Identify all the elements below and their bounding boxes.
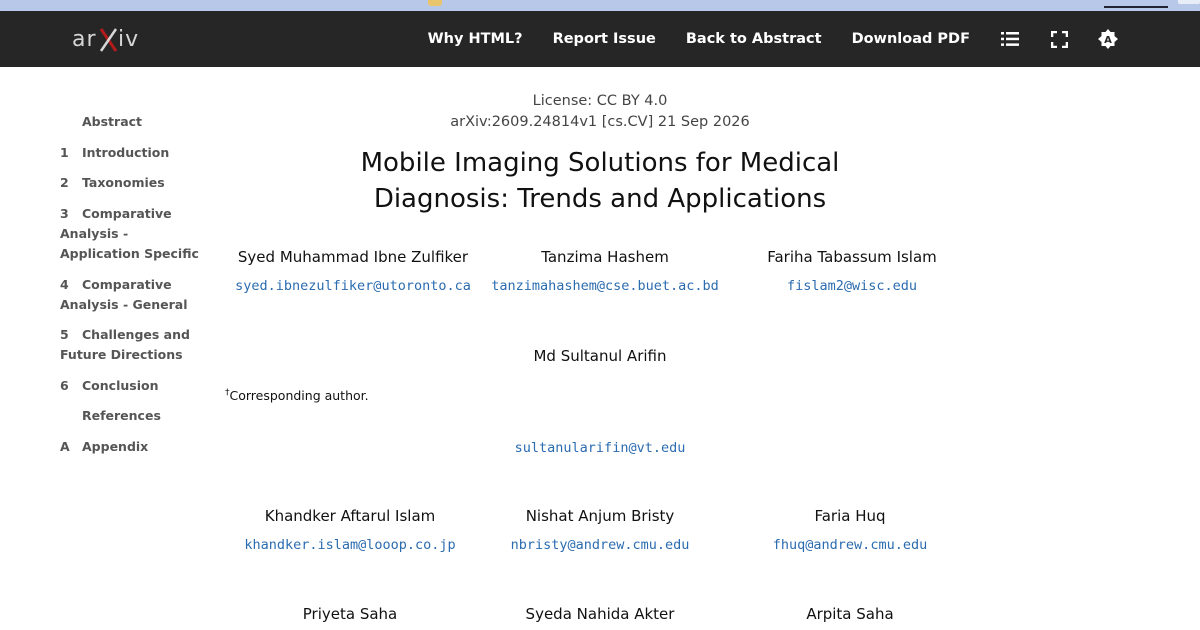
author-name: Fariha Tabassum Islam (767, 248, 937, 266)
arxiv-logo[interactable]: ar iv (72, 25, 144, 55)
corresponding-footnote: †Corresponding author. (225, 388, 369, 403)
license-text: License: CC BY 4.0 (532, 93, 668, 109)
banner-link[interactable] (1104, 0, 1168, 8)
svg-text:A: A (1104, 35, 1112, 46)
report-issue-link[interactable]: Report Issue (553, 31, 656, 47)
toc-item-challenges[interactable]: 5 Challenges and Future Directions (60, 325, 210, 365)
author-block: Md Sultanul Arifin (450, 347, 750, 365)
theme-icon[interactable]: A (1098, 29, 1118, 49)
top-nav-bar: ar iv Why HTML? Report Issue Back to Abs… (0, 11, 1200, 67)
fullscreen-icon[interactable] (1049, 29, 1069, 49)
svg-text:ar: ar (72, 27, 97, 52)
toc-item-references[interactable]: References (60, 406, 210, 426)
svg-text:iv: iv (118, 27, 139, 52)
author-block: Arpita Saha (700, 605, 1000, 623)
arxiv-logo-mark: ar iv (72, 27, 139, 52)
top-banner (0, 0, 1200, 11)
download-pdf-link[interactable]: Download PDF (852, 31, 970, 47)
why-html-link[interactable]: Why HTML? (428, 31, 523, 47)
list-icon[interactable] (1000, 29, 1020, 49)
author-email[interactable]: fhuq@andrew.cmu.edu (700, 537, 1000, 553)
author-name: Arpita Saha (806, 605, 894, 623)
top-nav: Why HTML? Report Issue Back to Abstract … (428, 11, 1200, 67)
license-block: License: CC BY 4.0 arXiv:2609.24814v1 [c… (0, 91, 1200, 133)
toc-item-comparative-general[interactable]: 4 Comparative Analysis - General (60, 275, 210, 315)
author-name: Md Sultanul Arifin (533, 347, 667, 365)
author-email[interactable]: sultanularifin@vt.edu (0, 440, 1200, 456)
author-block: Fariha Tabassum Islam fislam2@wisc.edu (702, 248, 1002, 294)
toc-item-conclusion[interactable]: 6 Conclusion (60, 376, 210, 396)
paper-title: Mobile Imaging Solutions for Medical Dia… (360, 148, 840, 214)
footnote-text: Corresponding author. (229, 388, 369, 404)
author-email[interactable]: fislam2@wisc.edu (702, 278, 1002, 294)
banner-emoji-icon (428, 0, 442, 6)
author-block: Faria Huq fhuq@andrew.cmu.edu (700, 507, 1000, 553)
back-to-abstract-link[interactable]: Back to Abstract (686, 31, 822, 47)
banner-close[interactable] (1178, 0, 1200, 4)
author-name: Faria Huq (814, 507, 886, 525)
arxiv-id: arXiv:2609.24814v1 [cs.CV] 21 Sep 2026 (450, 114, 750, 130)
